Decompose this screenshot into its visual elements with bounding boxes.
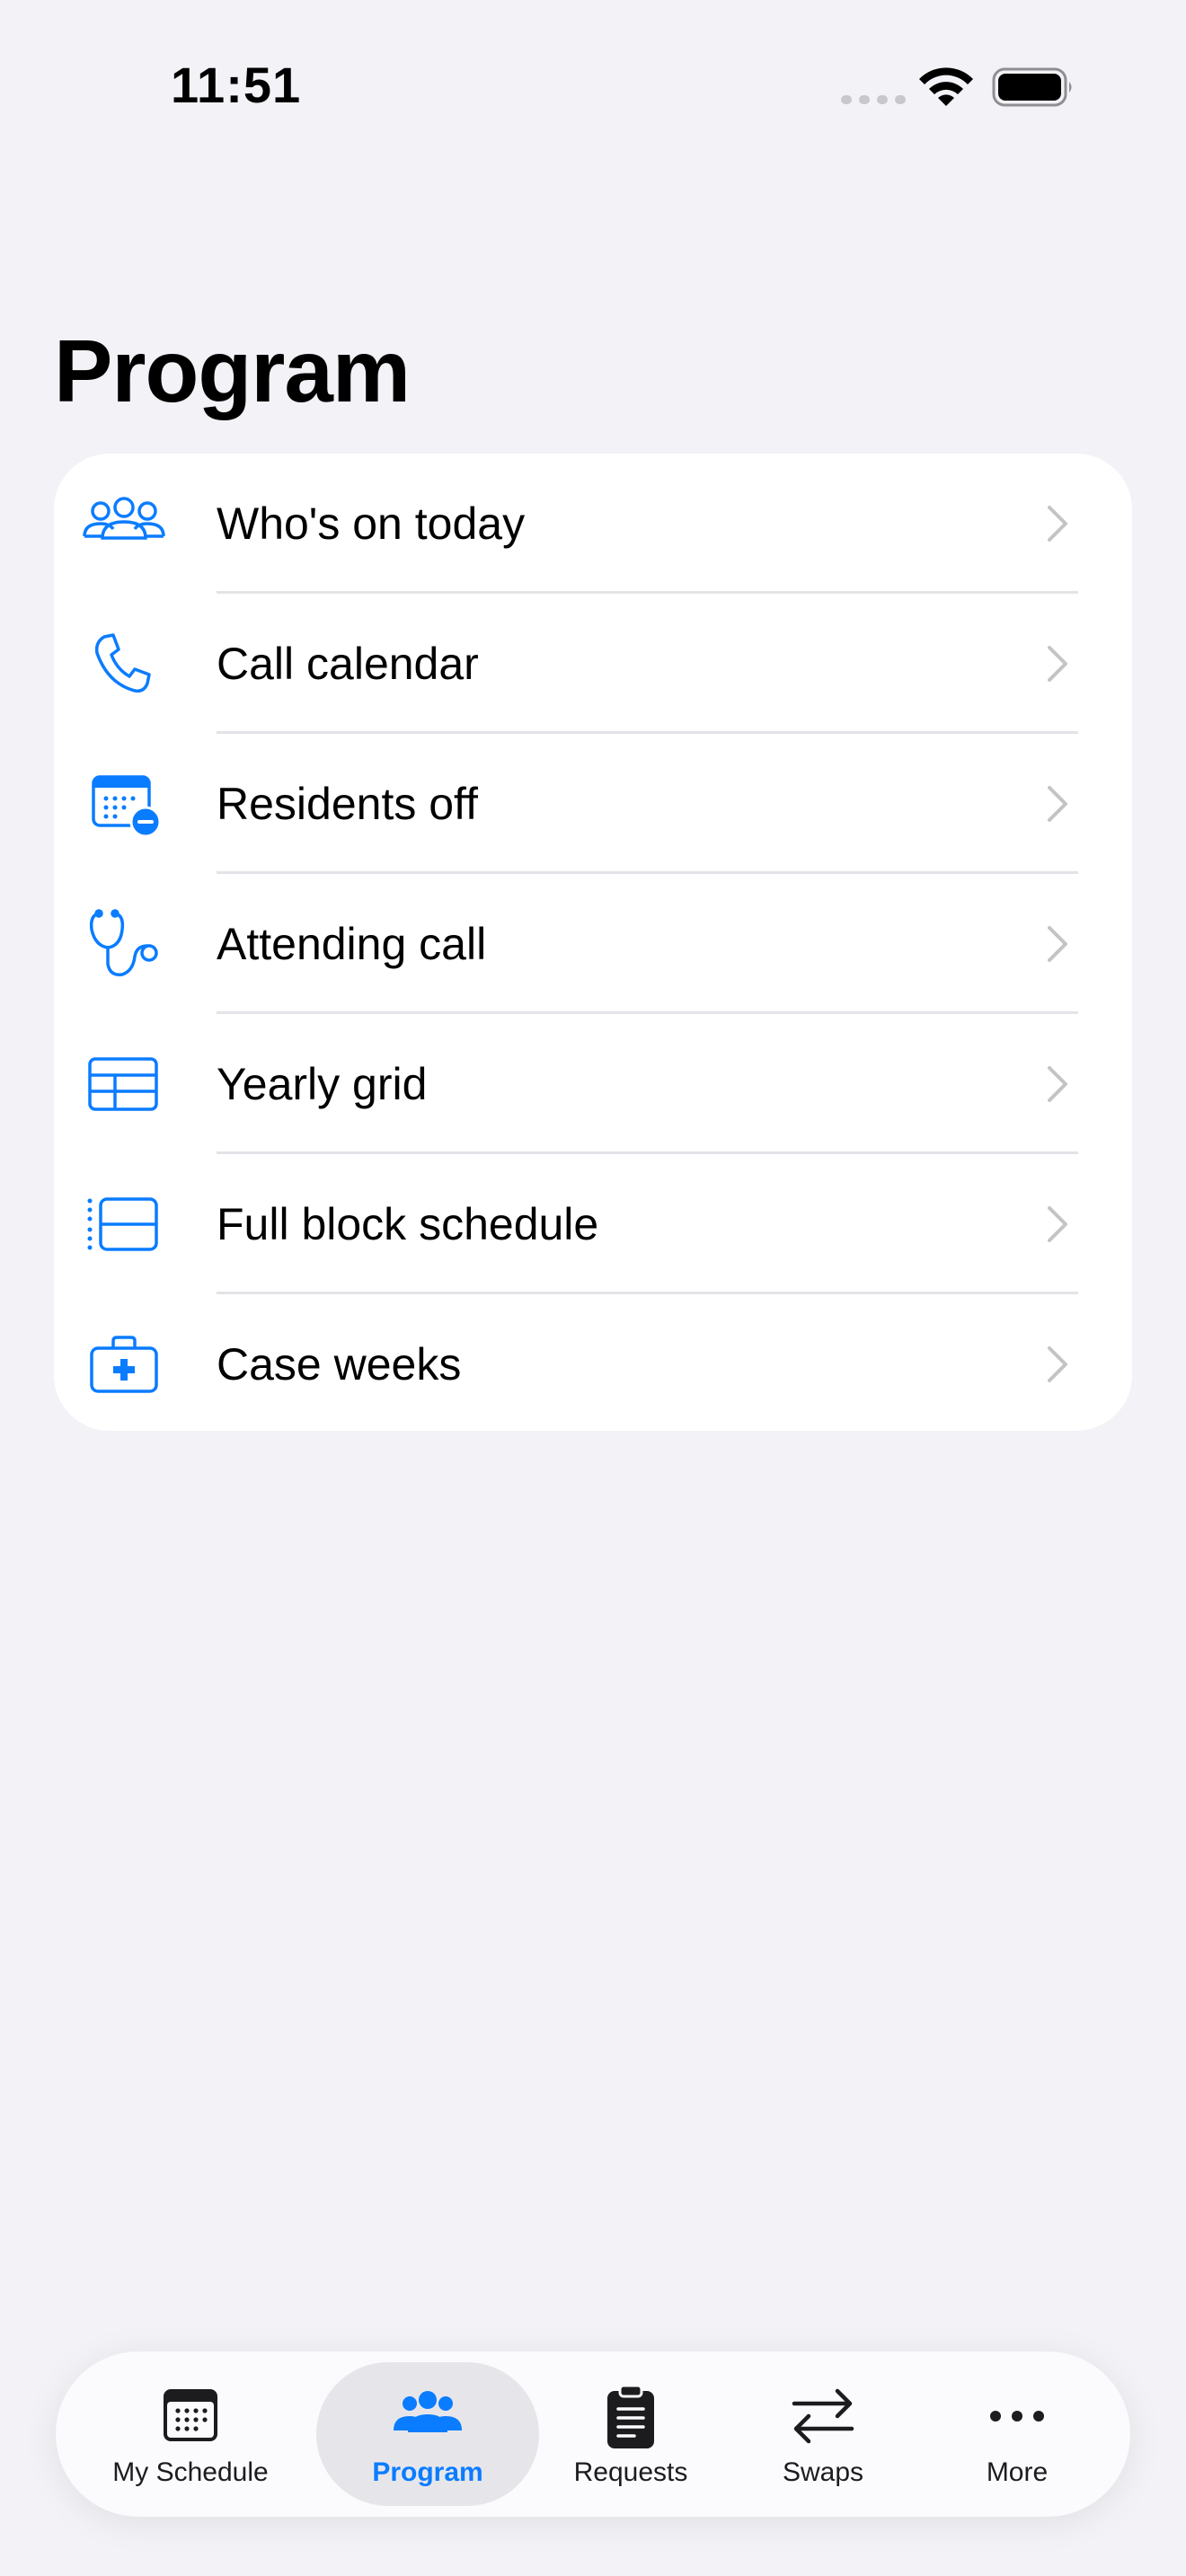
chevron-right-icon [1048,786,1067,822]
cellular-signal-icon [841,95,906,104]
menu-item-whos-on-today[interactable]: Who's on today [54,454,1132,594]
page-title: Program [54,322,411,420]
table-grid-icon [81,1041,167,1127]
ellipsis-icon [990,2411,1044,2422]
tab-more[interactable]: More [954,2351,1080,2517]
phone-icon [81,621,167,707]
menu-item-label: Case weeks [217,1339,462,1389]
menu-item-call-calendar[interactable]: Call calendar [54,594,1132,734]
menu-item-case-weeks[interactable]: Case weeks [54,1294,1132,1431]
people-group-icon [81,481,167,567]
tab-program[interactable]: Program [316,2351,539,2517]
tab-label: My Schedule [112,2457,269,2487]
chevron-right-icon [1048,1066,1067,1102]
menu-item-attending-call[interactable]: Attending call [54,874,1132,1014]
menu-item-label: Attending call [217,919,487,969]
menu-item-yearly-grid[interactable]: Yearly grid [54,1014,1132,1154]
calendar-icon [164,2389,217,2441]
menu-item-label: Yearly grid [217,1059,428,1109]
calendar-minus-icon [81,761,167,847]
menu-item-residents-off[interactable]: Residents off [54,734,1132,874]
chevron-right-icon [1048,926,1067,962]
chevron-right-icon [1048,506,1067,542]
tab-label: Requests [573,2457,688,2487]
status-time: 11:51 [171,57,302,113]
wifi-icon [919,67,973,106]
tab-swaps[interactable]: Swaps [760,2351,886,2517]
medical-kit-icon [81,1321,167,1407]
menu-item-label: Who's on today [217,498,526,549]
tab-bar: My Schedule Program Requests Swaps More [56,2351,1130,2517]
menu-item-full-block-schedule[interactable]: Full block schedule [54,1154,1132,1294]
menu-item-label: Call calendar [217,639,479,689]
menu-item-label: Residents off [217,779,478,829]
chevron-right-icon [1048,646,1067,682]
chevron-right-icon [1048,1346,1067,1382]
block-schedule-icon [81,1181,167,1267]
program-menu-list: Who's on today Call calendar Residents o… [54,454,1132,1431]
clipboard-icon [607,2384,654,2448]
status-bar: 11:51 [0,0,1186,180]
people-group-icon [394,2391,462,2432]
battery-icon [992,67,1072,107]
tab-my-schedule[interactable]: My Schedule [92,2351,289,2517]
tab-label: Program [372,2457,483,2487]
chevron-right-icon [1048,1206,1067,1242]
menu-item-label: Full block schedule [217,1199,599,1249]
tab-label: Swaps [782,2457,864,2487]
stethoscope-icon [81,901,167,987]
tab-requests[interactable]: Requests [559,2351,703,2517]
swap-arrows-icon [792,2388,854,2444]
tab-label: More [986,2457,1049,2487]
